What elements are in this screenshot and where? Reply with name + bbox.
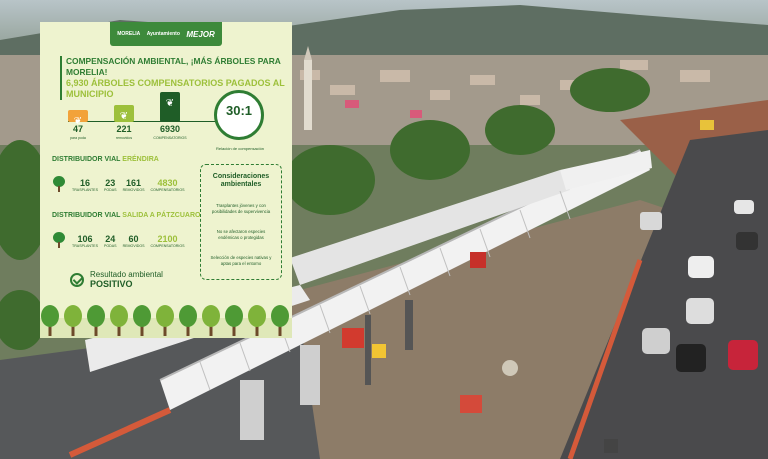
distributor-2-name: SALIDA A PÁTZCUARO — [122, 212, 201, 219]
stat-value: 16 — [79, 178, 90, 188]
tree-icon — [52, 232, 66, 248]
stat-label: REMOVIDOS — [122, 188, 145, 192]
tree-icon — [52, 176, 66, 192]
infographic-card: MORELIA Ayuntamiento MEJOR COMPENSACIÓN … — [40, 22, 292, 338]
stat-item: 161 REMOVIDOS — [123, 178, 145, 192]
distributor-2-stats: 106 TRASPLANTES 24 PODAS 60 REMOVIDOS 2100 COMP… — [52, 232, 185, 248]
distributor-1-name: ERÉNDIRA — [122, 156, 159, 163]
stat-value: 60 — [128, 234, 139, 244]
logo-right: MEJOR — [186, 29, 215, 39]
stat-item: 106 TRASPLANTES — [72, 234, 98, 248]
distributor-2-prefix: DISTRIBUIDOR VIAL — [52, 212, 121, 219]
stat-label: PODAS — [103, 244, 117, 248]
stat-item: 4830 COMPENSATORIOS — [151, 178, 185, 192]
consideration-item: Selección de especies nativas y aptas pa… — [210, 255, 272, 266]
logo-mid: Ayuntamiento — [146, 31, 180, 37]
stat-value: 2100 — [157, 234, 178, 244]
stat-value: 23 — [105, 178, 116, 188]
result-line-1: Resultado ambiental — [90, 270, 163, 279]
leaf-icon: ❦ — [119, 111, 129, 122]
tree-row-illustration — [40, 305, 292, 338]
church-tower — [304, 60, 312, 130]
totals-bar-chart: ❦ 47 para poda ❦ 221 removidos ❦ 6930 COMPENSATO… — [68, 86, 224, 146]
consideration-item: No se afectaron especies endémicas o pro… — [216, 229, 266, 240]
bar-baseline — [68, 121, 224, 122]
stat-value: 106 — [77, 234, 93, 244]
result-line-2: POSITIVO — [90, 279, 133, 289]
distributor-1-stats: 16 TRASPLANTES 23 PODAS 161 REMOVIDOS 4830 COMP… — [52, 176, 185, 192]
total-bar: ❦ — [160, 92, 180, 122]
stat-value: 24 — [105, 234, 116, 244]
result-block: Resultado ambiental POSITIVO — [70, 270, 163, 289]
stat-item: 2100 COMPENSATORIOS — [151, 234, 185, 248]
total-value: 47 — [72, 124, 83, 134]
stat-item: 24 PODAS — [104, 234, 117, 248]
logo-banner: MORELIA Ayuntamiento MEJOR — [110, 22, 222, 46]
distributor-1-prefix: DISTRIBUIDOR VIAL — [52, 156, 121, 163]
stat-label: COMPENSATORIOS — [150, 244, 185, 248]
logo-left: MORELIA — [117, 31, 141, 37]
title-line-1: COMPENSACIÓN AMBIENTAL, ¡MÁS ÁRBOLES PAR… — [66, 56, 281, 77]
stat-value: 161 — [126, 178, 142, 188]
distributor-2-heading: DISTRIBUIDOR VIAL SALIDA A PÁTZCUARO — [52, 212, 200, 219]
consideration-item: Trasplantes jóvenes y con posibilidades … — [211, 203, 271, 214]
stat-value: 4830 — [157, 178, 178, 188]
total-label: removidos — [115, 136, 133, 140]
considerations-box: Consideraciones ambientales Trasplantes … — [200, 164, 282, 280]
check-icon — [70, 272, 84, 287]
stat-label: COMPENSATORIOS — [150, 188, 185, 192]
stat-item: 16 TRASPLANTES — [72, 178, 98, 192]
stat-label: REMOVIDOS — [122, 244, 145, 248]
stat-label: TRASPLANTES — [72, 244, 98, 248]
stat-item: 23 PODAS — [104, 178, 117, 192]
ratio-value: 30:1 — [225, 103, 253, 118]
ratio-label: Relación de compensación — [215, 146, 265, 151]
leaf-icon: ❦ — [165, 98, 175, 109]
considerations-title: Consideraciones ambientales — [212, 173, 270, 188]
total-label: para poda — [70, 136, 86, 140]
ratio-badge: 30:1 — [214, 90, 264, 140]
stat-label: PODAS — [103, 188, 117, 192]
stat-label: TRASPLANTES — [72, 188, 98, 192]
total-bar: ❦ — [68, 110, 88, 127]
total-label: COMPENSATORIOS — [153, 136, 187, 140]
total-value: 221 — [116, 124, 132, 134]
total-value: 6930 — [159, 124, 181, 134]
total-bar: ❦ — [114, 105, 134, 122]
news-image: MORELIA Ayuntamiento MEJOR COMPENSACIÓN … — [0, 0, 768, 459]
distributor-1-heading: DISTRIBUIDOR VIAL ERÉNDIRA — [52, 156, 159, 163]
stat-item: 60 REMOVIDOS — [123, 234, 145, 248]
